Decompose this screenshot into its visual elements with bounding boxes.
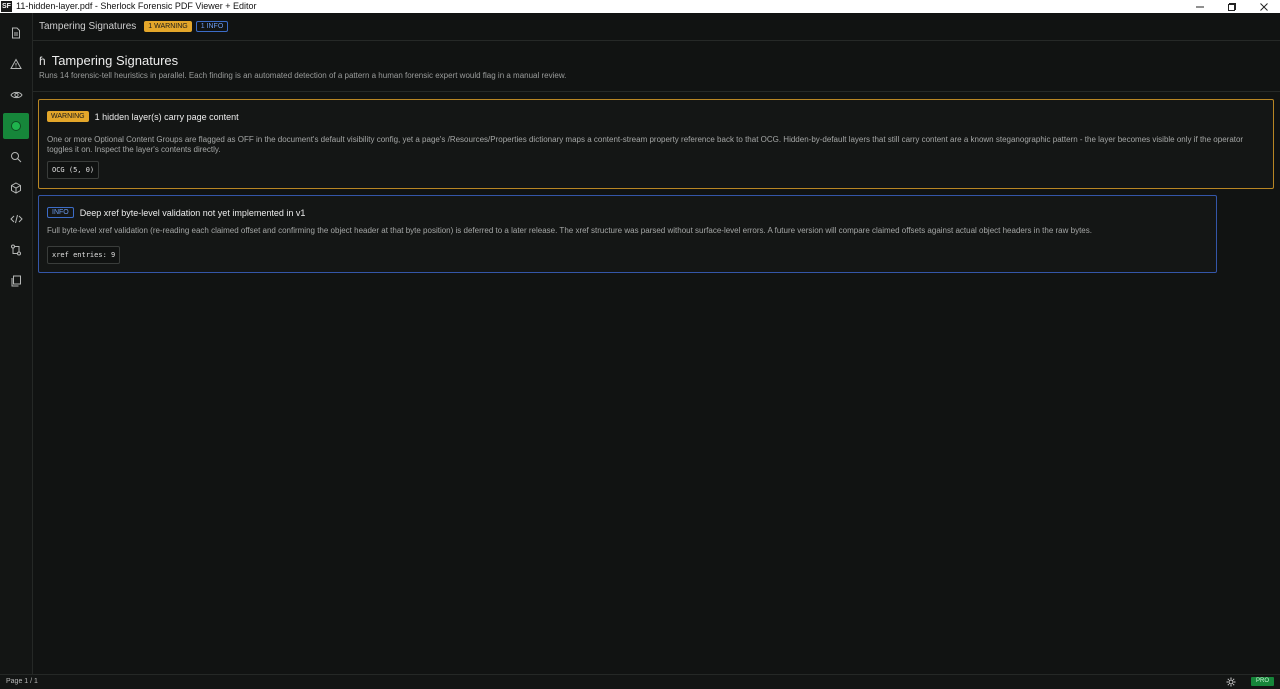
evidence-chip[interactable]: xref entries: 9	[47, 246, 121, 264]
page-indicator: Page 1 / 1	[6, 678, 38, 685]
theme-toggle-button[interactable]	[1226, 677, 1236, 689]
eye-icon	[9, 91, 23, 99]
finding-description: Full byte-level xref validation (re-read…	[47, 226, 1092, 235]
warning-count-badge[interactable]: 1 WARNING	[144, 21, 192, 32]
finding-title: 1 hidden layer(s) carry page content	[94, 111, 239, 122]
window-controls	[1184, 0, 1280, 13]
sidebar-item-search[interactable]	[3, 144, 29, 170]
copy-icon	[11, 275, 21, 287]
maximize-button[interactable]	[1216, 0, 1248, 13]
evidence-chip[interactable]: OCG (5, 0)	[47, 161, 100, 179]
sidebar-rail	[0, 13, 33, 674]
branch-icon	[11, 244, 21, 256]
page-description: Runs 14 forensic-tell heuristics in para…	[39, 71, 567, 80]
divider	[33, 91, 1280, 92]
finding-header: WARNING 1 hidden layer(s) carry page con…	[47, 111, 239, 122]
close-icon	[1260, 2, 1268, 11]
sidebar-item-tampering[interactable]	[3, 113, 29, 139]
app-logo: SF	[1, 1, 12, 12]
document-icon	[12, 27, 20, 39]
finding-description: One or more Optional Content Groups are …	[47, 135, 1244, 154]
finding-card-info[interactable]: INFO Deep xref byte-level validation not…	[38, 195, 1217, 273]
finding-card-warning[interactable]: WARNING 1 hidden layer(s) carry page con…	[38, 99, 1274, 189]
close-button[interactable]	[1248, 0, 1280, 13]
minimize-icon	[1196, 6, 1204, 7]
page-title-text: Tampering Signatures	[51, 53, 179, 68]
sidebar-item-warnings[interactable]	[3, 51, 29, 77]
page-title: ɦ Tampering Signatures	[39, 53, 178, 68]
sidebar-item-document[interactable]	[3, 20, 29, 46]
severity-badge-info: INFO	[47, 207, 74, 218]
severity-badge-warning: WARNING	[47, 111, 89, 122]
sidebar-item-visibility[interactable]	[3, 82, 29, 108]
breadcrumb: Tampering Signatures	[39, 21, 137, 32]
minimize-button[interactable]	[1184, 0, 1216, 13]
info-count-badge[interactable]: 1 INFO	[195, 21, 229, 32]
code-icon	[9, 214, 23, 224]
finding-title: Deep xref byte-level validation not yet …	[79, 207, 306, 218]
sidebar-item-export[interactable]	[3, 268, 29, 294]
circle-icon	[11, 121, 21, 131]
sun-icon	[1226, 677, 1236, 687]
status-bar: Page 1 / 1 PRO	[0, 674, 1280, 689]
window-title: 11-hidden-layer.pdf - Sherlock Forensic …	[16, 1, 257, 11]
sidebar-item-objects[interactable]	[3, 175, 29, 201]
finding-header: INFO Deep xref byte-level validation not…	[47, 207, 305, 218]
maximize-icon	[1228, 2, 1236, 11]
search-icon	[11, 152, 22, 163]
sidebar-item-source[interactable]	[3, 206, 29, 232]
heading-icon: ɦ	[39, 53, 46, 68]
cube-icon	[11, 182, 21, 194]
panel-header: Tampering Signatures 1 WARNING 1 INFO	[33, 13, 1280, 41]
title-bar: SF 11-hidden-layer.pdf - Sherlock Forens…	[0, 0, 1280, 13]
sidebar-item-revisions[interactable]	[3, 237, 29, 263]
pro-badge[interactable]: PRO	[1251, 677, 1274, 686]
warning-icon	[10, 58, 22, 69]
